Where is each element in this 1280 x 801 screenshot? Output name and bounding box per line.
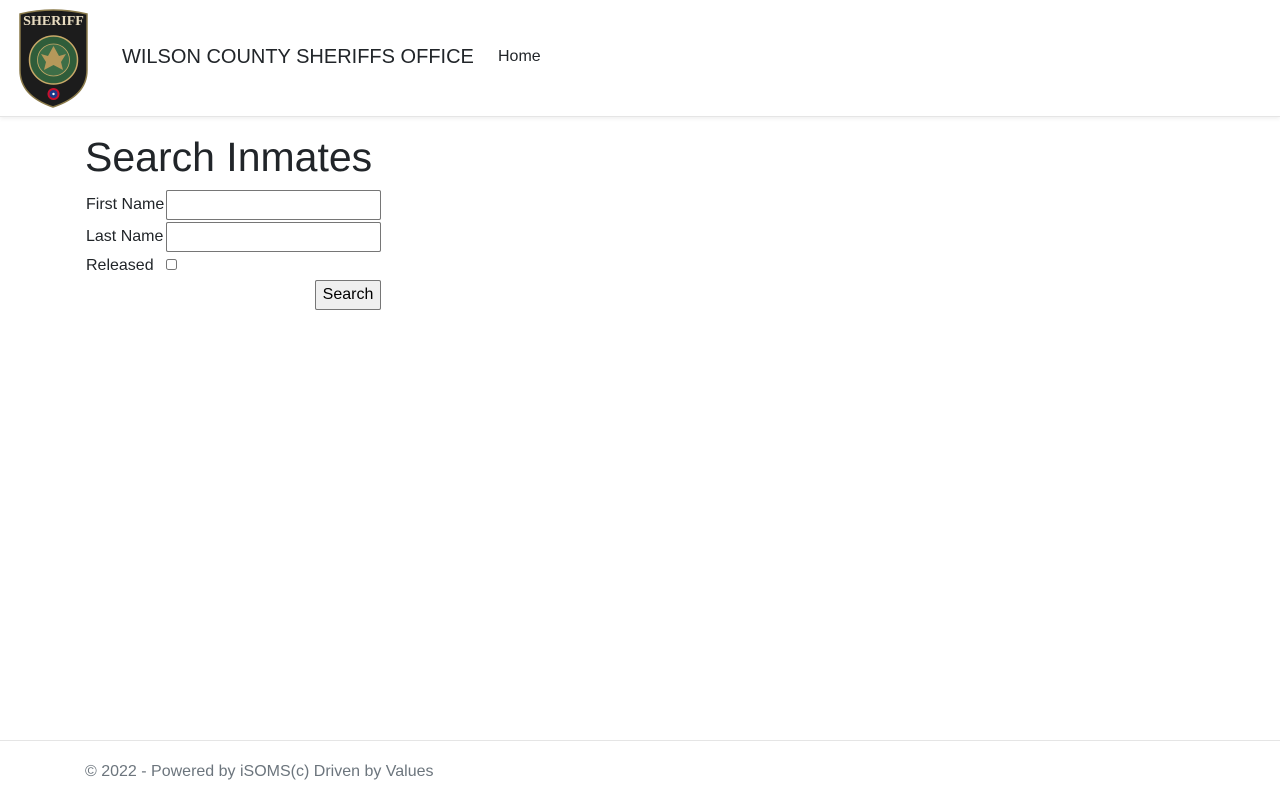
sheriff-badge-logo[interactable]: SHERIFF	[16, 8, 91, 108]
last-name-label: Last Name	[86, 228, 164, 245]
first-name-label: First Name	[86, 196, 165, 213]
released-label: Released	[86, 257, 154, 274]
main-content: Search Inmates First Name Last Name Rele…	[85, 130, 381, 310]
svg-text:SHERIFF: SHERIFF	[23, 14, 84, 29]
page-title: Search Inmates	[85, 134, 373, 180]
footer-text: © 2022 - Powered by iSOMS(c) Driven by V…	[85, 763, 434, 780]
footer: © 2022 - Powered by iSOMS(c) Driven by V…	[0, 740, 1280, 801]
last-name-input[interactable]	[166, 222, 381, 252]
search-button[interactable]: Search	[315, 280, 381, 310]
nav-home-link[interactable]: Home	[498, 48, 541, 66]
brand-link[interactable]: WILSON COUNTY SHERIFFS OFFICE	[122, 46, 474, 69]
navbar: SHERIFF WILSON COUNTY SHERIFFS OFFICE Ho…	[0, 0, 1280, 117]
first-name-input[interactable]	[166, 190, 381, 220]
released-checkbox[interactable]	[166, 259, 177, 270]
